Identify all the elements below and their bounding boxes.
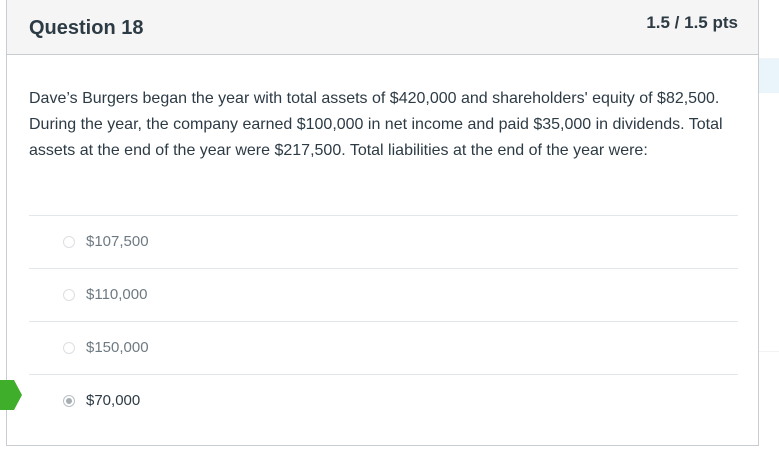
answer-radio[interactable] xyxy=(63,289,75,301)
answer-list: $107,500 $110,000 $150,000 $70,000 xyxy=(29,215,738,427)
answer-option-selected[interactable]: $70,000 xyxy=(29,374,738,427)
answer-option[interactable]: $150,000 xyxy=(29,321,738,374)
question-header: Question 18 1.5 / 1.5 pts xyxy=(7,0,758,55)
answer-label: $150,000 xyxy=(86,339,149,356)
question-text: Dave’s Burgers began the year with total… xyxy=(29,90,723,159)
correct-answer-arrow-icon xyxy=(0,380,22,410)
question-points: 1.5 / 1.5 pts xyxy=(646,13,738,32)
question-card: Question 18 1.5 / 1.5 pts Dave’s Burgers… xyxy=(6,0,759,446)
question-title: Question 18 xyxy=(29,17,144,39)
answer-option[interactable]: $110,000 xyxy=(29,268,738,321)
answer-radio[interactable] xyxy=(63,342,75,354)
answer-radio[interactable] xyxy=(63,236,75,248)
answer-radio-selected[interactable] xyxy=(63,395,75,407)
answer-label: $110,000 xyxy=(86,286,148,303)
answer-label: $107,500 xyxy=(86,233,149,250)
answer-option[interactable]: $107,500 xyxy=(29,215,738,268)
answer-label: $70,000 xyxy=(86,392,141,409)
